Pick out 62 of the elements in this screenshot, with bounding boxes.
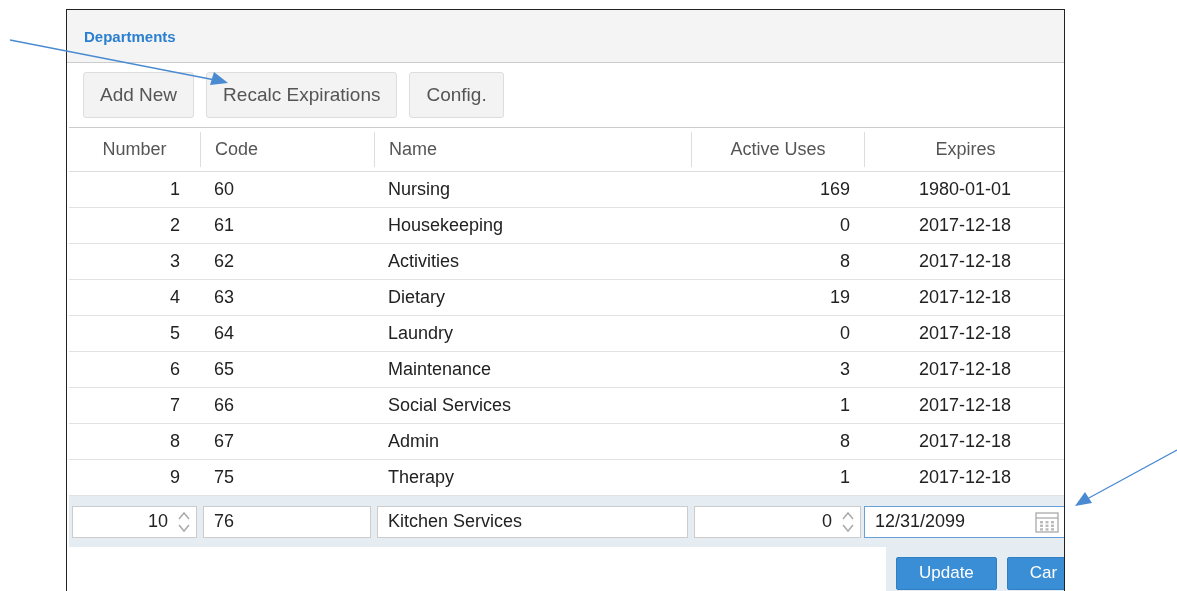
table-cell-text: 7: [169, 394, 181, 417]
table-cell-text: 4: [169, 286, 181, 309]
table-cell-text: 2: [169, 214, 181, 237]
column-header[interactable]: Code: [200, 132, 374, 167]
table-cell-text: 0: [839, 214, 851, 237]
table-cell-text: 5: [169, 322, 181, 345]
table-cell-text: 0: [839, 322, 851, 345]
column-header[interactable]: Expires: [864, 132, 1064, 167]
table-cell-text: 8: [169, 430, 181, 453]
table-cell-text: 61: [213, 214, 236, 237]
table-cell-text: 3: [169, 250, 181, 273]
table-cell-text: 2017-12-18: [917, 430, 1013, 453]
table-cell-text: 19: [828, 286, 851, 309]
table-cell-text: 8: [839, 430, 851, 453]
table-cell-text: 1980-01-01: [917, 178, 1013, 201]
table-cell-text: 2017-12-18: [917, 214, 1013, 237]
calendar-icon[interactable]: [1035, 510, 1059, 533]
table-cell-text: 66: [213, 394, 236, 417]
table-cell-text: 64: [213, 322, 236, 345]
table-cell-text: Nursing: [387, 178, 452, 201]
table-cell-text: Activities: [387, 250, 460, 273]
name-input[interactable]: Kitchen Services: [377, 505, 688, 538]
column-header[interactable]: Active Uses: [691, 132, 864, 167]
table-cell-text: 3: [839, 358, 851, 381]
table-cell-text: 1: [169, 178, 181, 201]
toolbar-button[interactable]: Add New: [83, 72, 195, 118]
column-header[interactable]: Number: [69, 132, 200, 167]
table-cell-text: Laundry: [387, 322, 455, 345]
table-cell-text: 65: [213, 358, 236, 381]
table-cell-text: Admin: [387, 430, 441, 453]
table-cell-text: 62: [213, 250, 236, 273]
table-cell-text: 1: [839, 466, 851, 489]
table-cell-text: Dietary: [387, 286, 446, 309]
table-cell-text: 2017-12-18: [917, 250, 1013, 273]
table-cell-text: 2017-12-18: [917, 286, 1013, 309]
column-header[interactable]: Name: [374, 132, 691, 167]
table-cell-text: 2017-12-18: [917, 322, 1013, 345]
table-cell-text: 9: [169, 466, 181, 489]
panel-title: Departments: [84, 27, 176, 45]
table-cell-text: Housekeeping: [387, 214, 505, 237]
table-cell-text: 60: [213, 178, 236, 201]
table-cell-text: Therapy: [387, 466, 456, 489]
code-input[interactable]: 76: [203, 505, 371, 538]
table-cell-text: 8: [839, 250, 851, 273]
table-cell-text: 6: [169, 358, 181, 381]
table-cell-text: 169: [818, 178, 851, 201]
spinner-icon[interactable]: [842, 509, 854, 534]
toolbar-button[interactable]: Config.: [409, 72, 504, 118]
table-cell-text: 75: [213, 466, 236, 489]
table-cell-text: Maintenance: [387, 358, 493, 381]
toolbar-button[interactable]: Recalc Expirations: [206, 72, 398, 118]
table-cell-text: 63: [213, 286, 236, 309]
table-cell-text: 2017-12-18: [917, 466, 1013, 489]
spinner-icon[interactable]: [178, 509, 190, 534]
table-cell-text: 2017-12-18: [917, 358, 1013, 381]
number-input[interactable]: 10: [72, 505, 197, 538]
date-input[interactable]: 12/31/2099: [864, 505, 1064, 538]
active-uses-input[interactable]: 0: [694, 505, 861, 538]
table-cell-text: 67: [213, 430, 236, 453]
table-cell-text: 1: [839, 394, 851, 417]
table-cell-text: Social Services: [387, 394, 513, 417]
table-cell-text: 2017-12-18: [917, 394, 1013, 417]
